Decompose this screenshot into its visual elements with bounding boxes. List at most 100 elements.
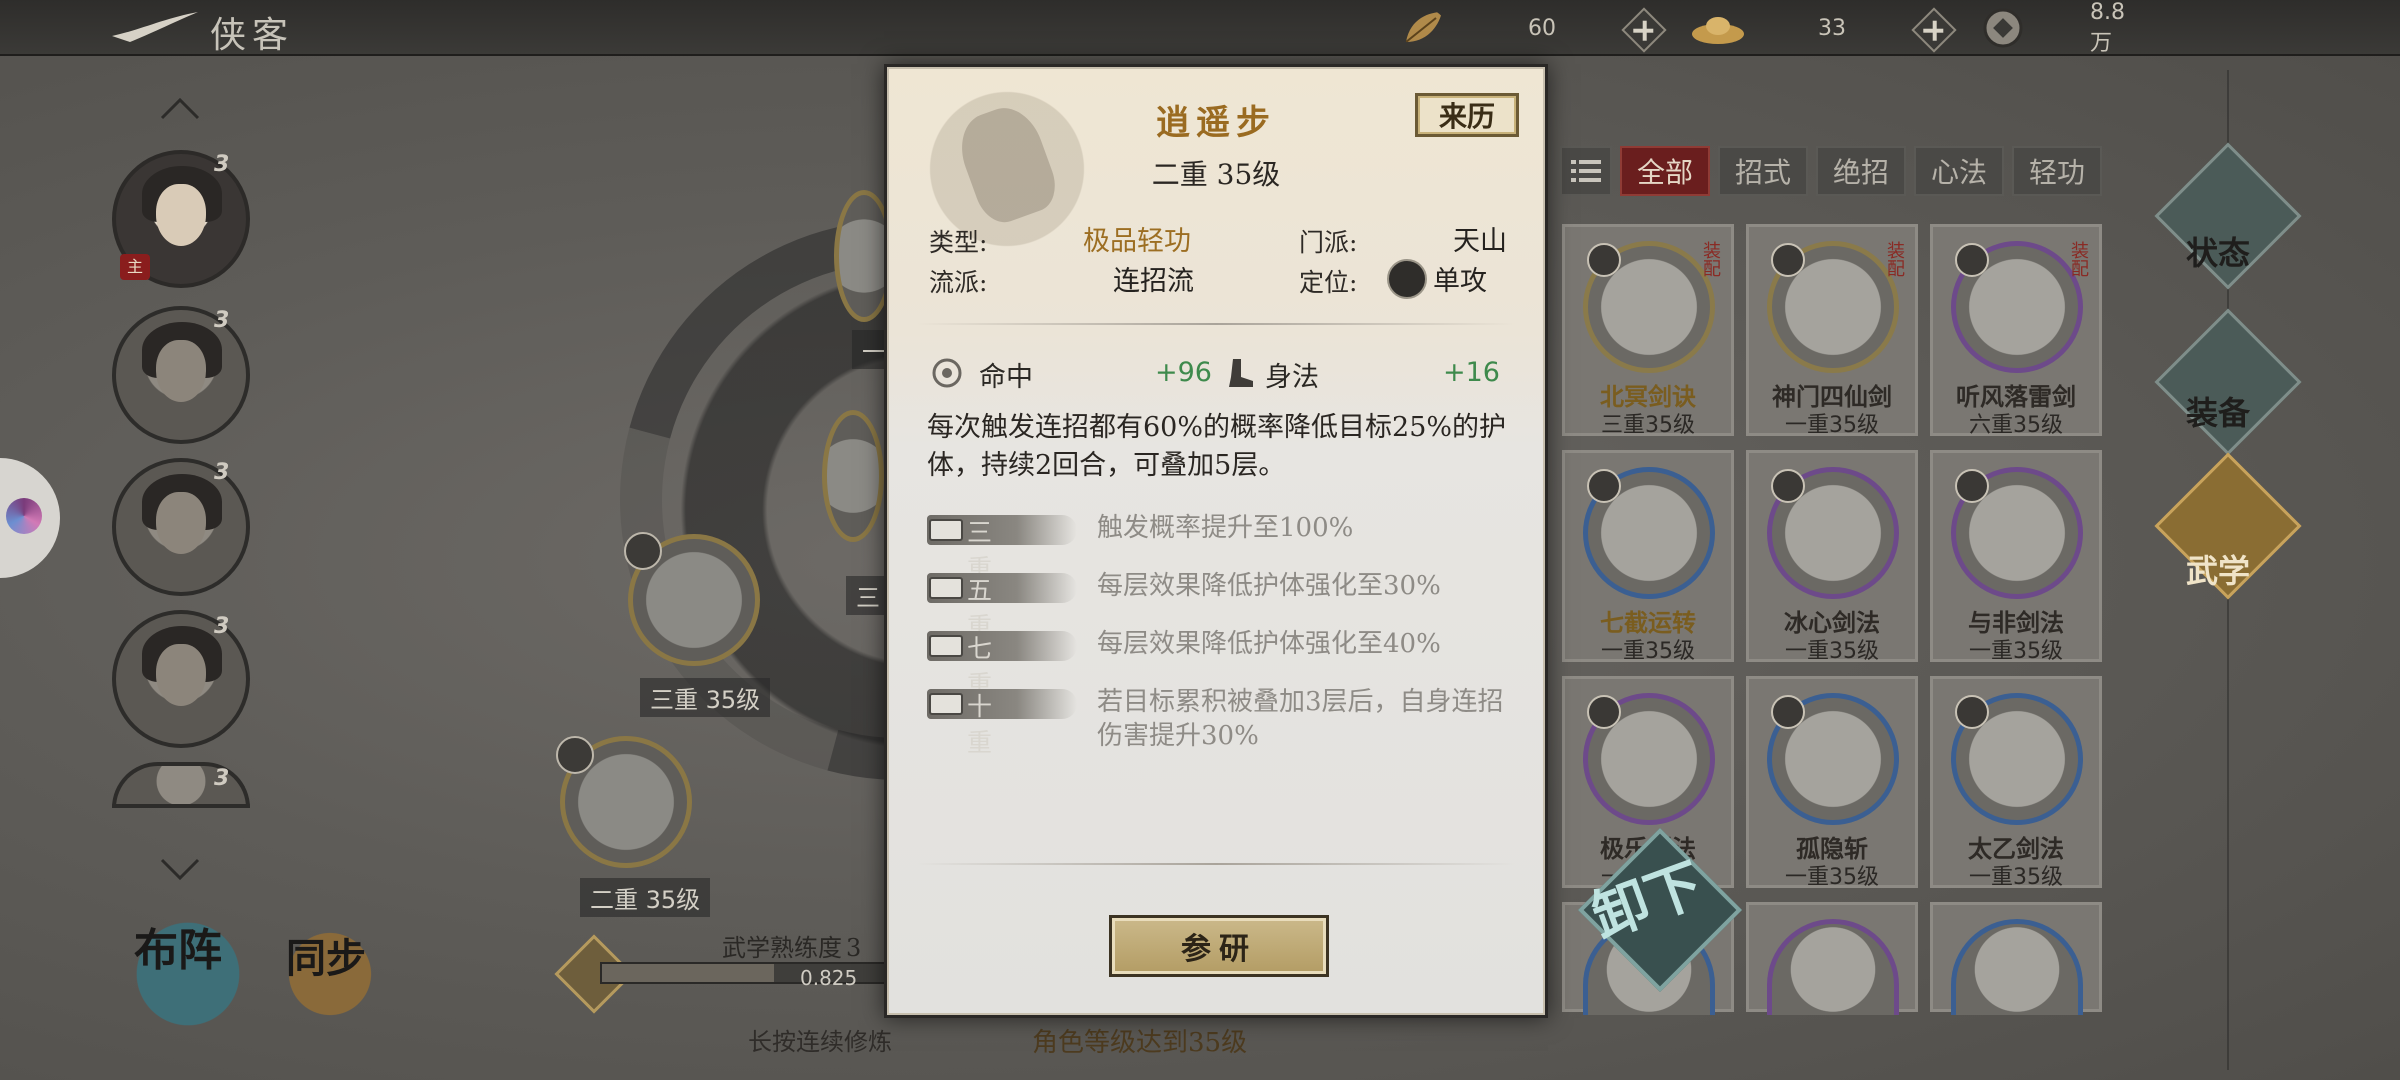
page-title: 侠客 [210, 15, 295, 56]
sect-label: 门派: [1299, 228, 1358, 257]
tier-name: 十重 [967, 692, 993, 757]
formation-label: 布阵 [134, 925, 222, 976]
position-label: 定位: [1299, 268, 1358, 297]
tier-desc: 每层效果降低护体强化至40% [1097, 629, 1441, 659]
sync-button[interactable]: 同步 [282, 926, 378, 1022]
skill-type-badge-icon [1955, 695, 1989, 729]
skill-type-badge-icon [1587, 243, 1621, 277]
skill-level: 二重 35级 [1151, 158, 1281, 191]
divider [917, 863, 1515, 865]
tab-status-label: 状态 [2186, 234, 2251, 272]
skill-filter-bar: 全部 招式 绝招 心法 轻功 [1560, 146, 2102, 196]
add-ingot-button[interactable] [1911, 7, 1957, 53]
skill-card-level: 一重35级 [1785, 413, 1879, 438]
ingot-icon [1692, 17, 1744, 44]
formation-button[interactable]: 布阵 [128, 914, 248, 1034]
skill-card-level: 一重35级 [1969, 865, 2063, 890]
skill-card[interactable]: 太乙剑法 一重35级 [1930, 676, 2102, 890]
tab-martial-arts-label: 武学 [2186, 552, 2251, 590]
position-value: 单攻 [1433, 266, 1487, 297]
tab-equipment-label: 装备 [2186, 394, 2251, 432]
school-value: 连招流 [1113, 266, 1194, 297]
skill-type-badge-icon [1771, 469, 1805, 503]
scroll-icon [929, 635, 963, 657]
stat-agility-value: +16 [1443, 357, 1500, 388]
star-rank-3: 3 [214, 460, 230, 485]
mastery-value: 0.825 [800, 966, 858, 990]
scroll-icon [929, 693, 963, 715]
back-brush-icon[interactable] [110, 10, 200, 46]
skill-card[interactable]: 七截运转 一重35级 [1562, 450, 1734, 664]
scroll-icon [929, 577, 963, 599]
filter-ultimate[interactable]: 绝招 [1816, 146, 1906, 196]
filter-moves[interactable]: 招式 [1718, 146, 1808, 196]
star-rank-1: 3 [214, 152, 230, 177]
skill-type-badge-icon [1771, 695, 1805, 729]
skill-type-badge-icon [1955, 243, 1989, 277]
leaf-count: 60 [1528, 15, 1556, 41]
skill-card-level: 一重35级 [1601, 639, 1695, 664]
top-bar: 侠客 60 33 8.8万 [0, 0, 2400, 56]
equipped-tag: 装配 [1884, 241, 1905, 277]
boot-icon [1229, 359, 1253, 387]
add-leaf-button[interactable] [1621, 7, 1667, 53]
coin-icon [1983, 8, 2023, 48]
skill-node-4-partial[interactable] [822, 410, 884, 542]
skill-detail-modal: 逍遥步 二重 35级 来历 类型: 极品轻功 门派: 天山 流派: 连招流 定位… [884, 64, 1548, 1018]
skill-card-level: 一重35级 [1969, 639, 2063, 664]
divider [917, 323, 1515, 325]
mastery-title: 武学熟练度 3 [722, 934, 862, 962]
node-badge-icon [624, 532, 662, 570]
star-rank-4: 3 [214, 614, 230, 639]
stat-hit-label: 命中 [979, 362, 1033, 393]
skill-card[interactable]: 装配 听风落雷剑 六重35级 [1930, 224, 2102, 438]
stat-hit-value: +96 [1155, 357, 1212, 388]
skill-type-badge-icon [1771, 243, 1805, 277]
skill-card[interactable]: 孤隐斩 一重35级 [1746, 676, 1918, 890]
leaf-icon [1405, 12, 1442, 43]
origin-button[interactable]: 来历 [1415, 93, 1519, 137]
resource-coin [1980, 8, 2026, 48]
chevron-down-icon[interactable] [160, 858, 200, 882]
skill-card[interactable]: 装配 神门四仙剑 一重35级 [1746, 224, 1918, 438]
sect-value: 天山 [1453, 226, 1507, 257]
skill-type-badge-icon [1587, 695, 1621, 729]
chevron-up-icon[interactable] [160, 96, 200, 120]
filter-mental[interactable]: 心法 [1914, 146, 2004, 196]
skill-description: 每次触发连招都有60%的概率降低目标25%的护体，持续2回合，可叠加5层。 [927, 412, 1507, 481]
skill-card-level: 一重35级 [1785, 639, 1879, 664]
study-button[interactable]: 参研 [1109, 915, 1329, 977]
list-view-icon[interactable] [1560, 146, 1612, 196]
ingot-count: 33 [1818, 15, 1846, 41]
tier-desc: 触发概率提升至100% [1097, 513, 1354, 543]
skill-card-level: 六重35级 [1969, 413, 2063, 438]
skill-card-partial-2[interactable] [1746, 902, 1918, 1015]
star-rank-5: 3 [214, 766, 230, 791]
equipped-tag: 装配 [2068, 241, 2089, 277]
node-badge-icon-2 [556, 736, 594, 774]
resource-ingot [1690, 10, 1746, 46]
coin-count: 8.8万 [2090, 0, 2125, 56]
skill-card[interactable]: 与非剑法 一重35级 [1930, 450, 2102, 664]
main-character-tag: 主 [120, 254, 150, 280]
hold-to-train-hint: 长按连续修炼 [748, 1028, 892, 1056]
skill-card-level: 三重35级 [1601, 413, 1695, 438]
skill-card[interactable]: 装配 北冥剑诀 三重35级 [1562, 224, 1734, 438]
resource-leaf [1400, 10, 1446, 46]
skill-type-badge-icon [1587, 469, 1621, 503]
filter-all[interactable]: 全部 [1620, 146, 1710, 196]
level-requirement-text: 角色等级达到35级 [1032, 1028, 1248, 1058]
skill-card-partial-3[interactable] [1930, 902, 2102, 1015]
sync-label: 同步 [286, 935, 366, 982]
type-label: 类型: [929, 228, 988, 257]
skill-type-badge-icon [1955, 469, 1989, 503]
type-value: 极品轻功 [1083, 226, 1191, 257]
skill-card[interactable]: 冰心剑法 一重35级 [1746, 450, 1918, 664]
tier-desc: 若目标累积被叠加3层后，自身连招伤害提升30% [1097, 687, 1504, 751]
star-rank-2: 3 [214, 308, 230, 333]
tier-desc: 每层效果降低护体强化至30% [1097, 571, 1441, 601]
skill-card-level: 一重35级 [1785, 865, 1879, 890]
filter-lightness[interactable]: 轻功 [2012, 146, 2102, 196]
school-label: 流派: [929, 268, 988, 297]
skill-node-2-label: 二重 35级 [580, 878, 711, 917]
